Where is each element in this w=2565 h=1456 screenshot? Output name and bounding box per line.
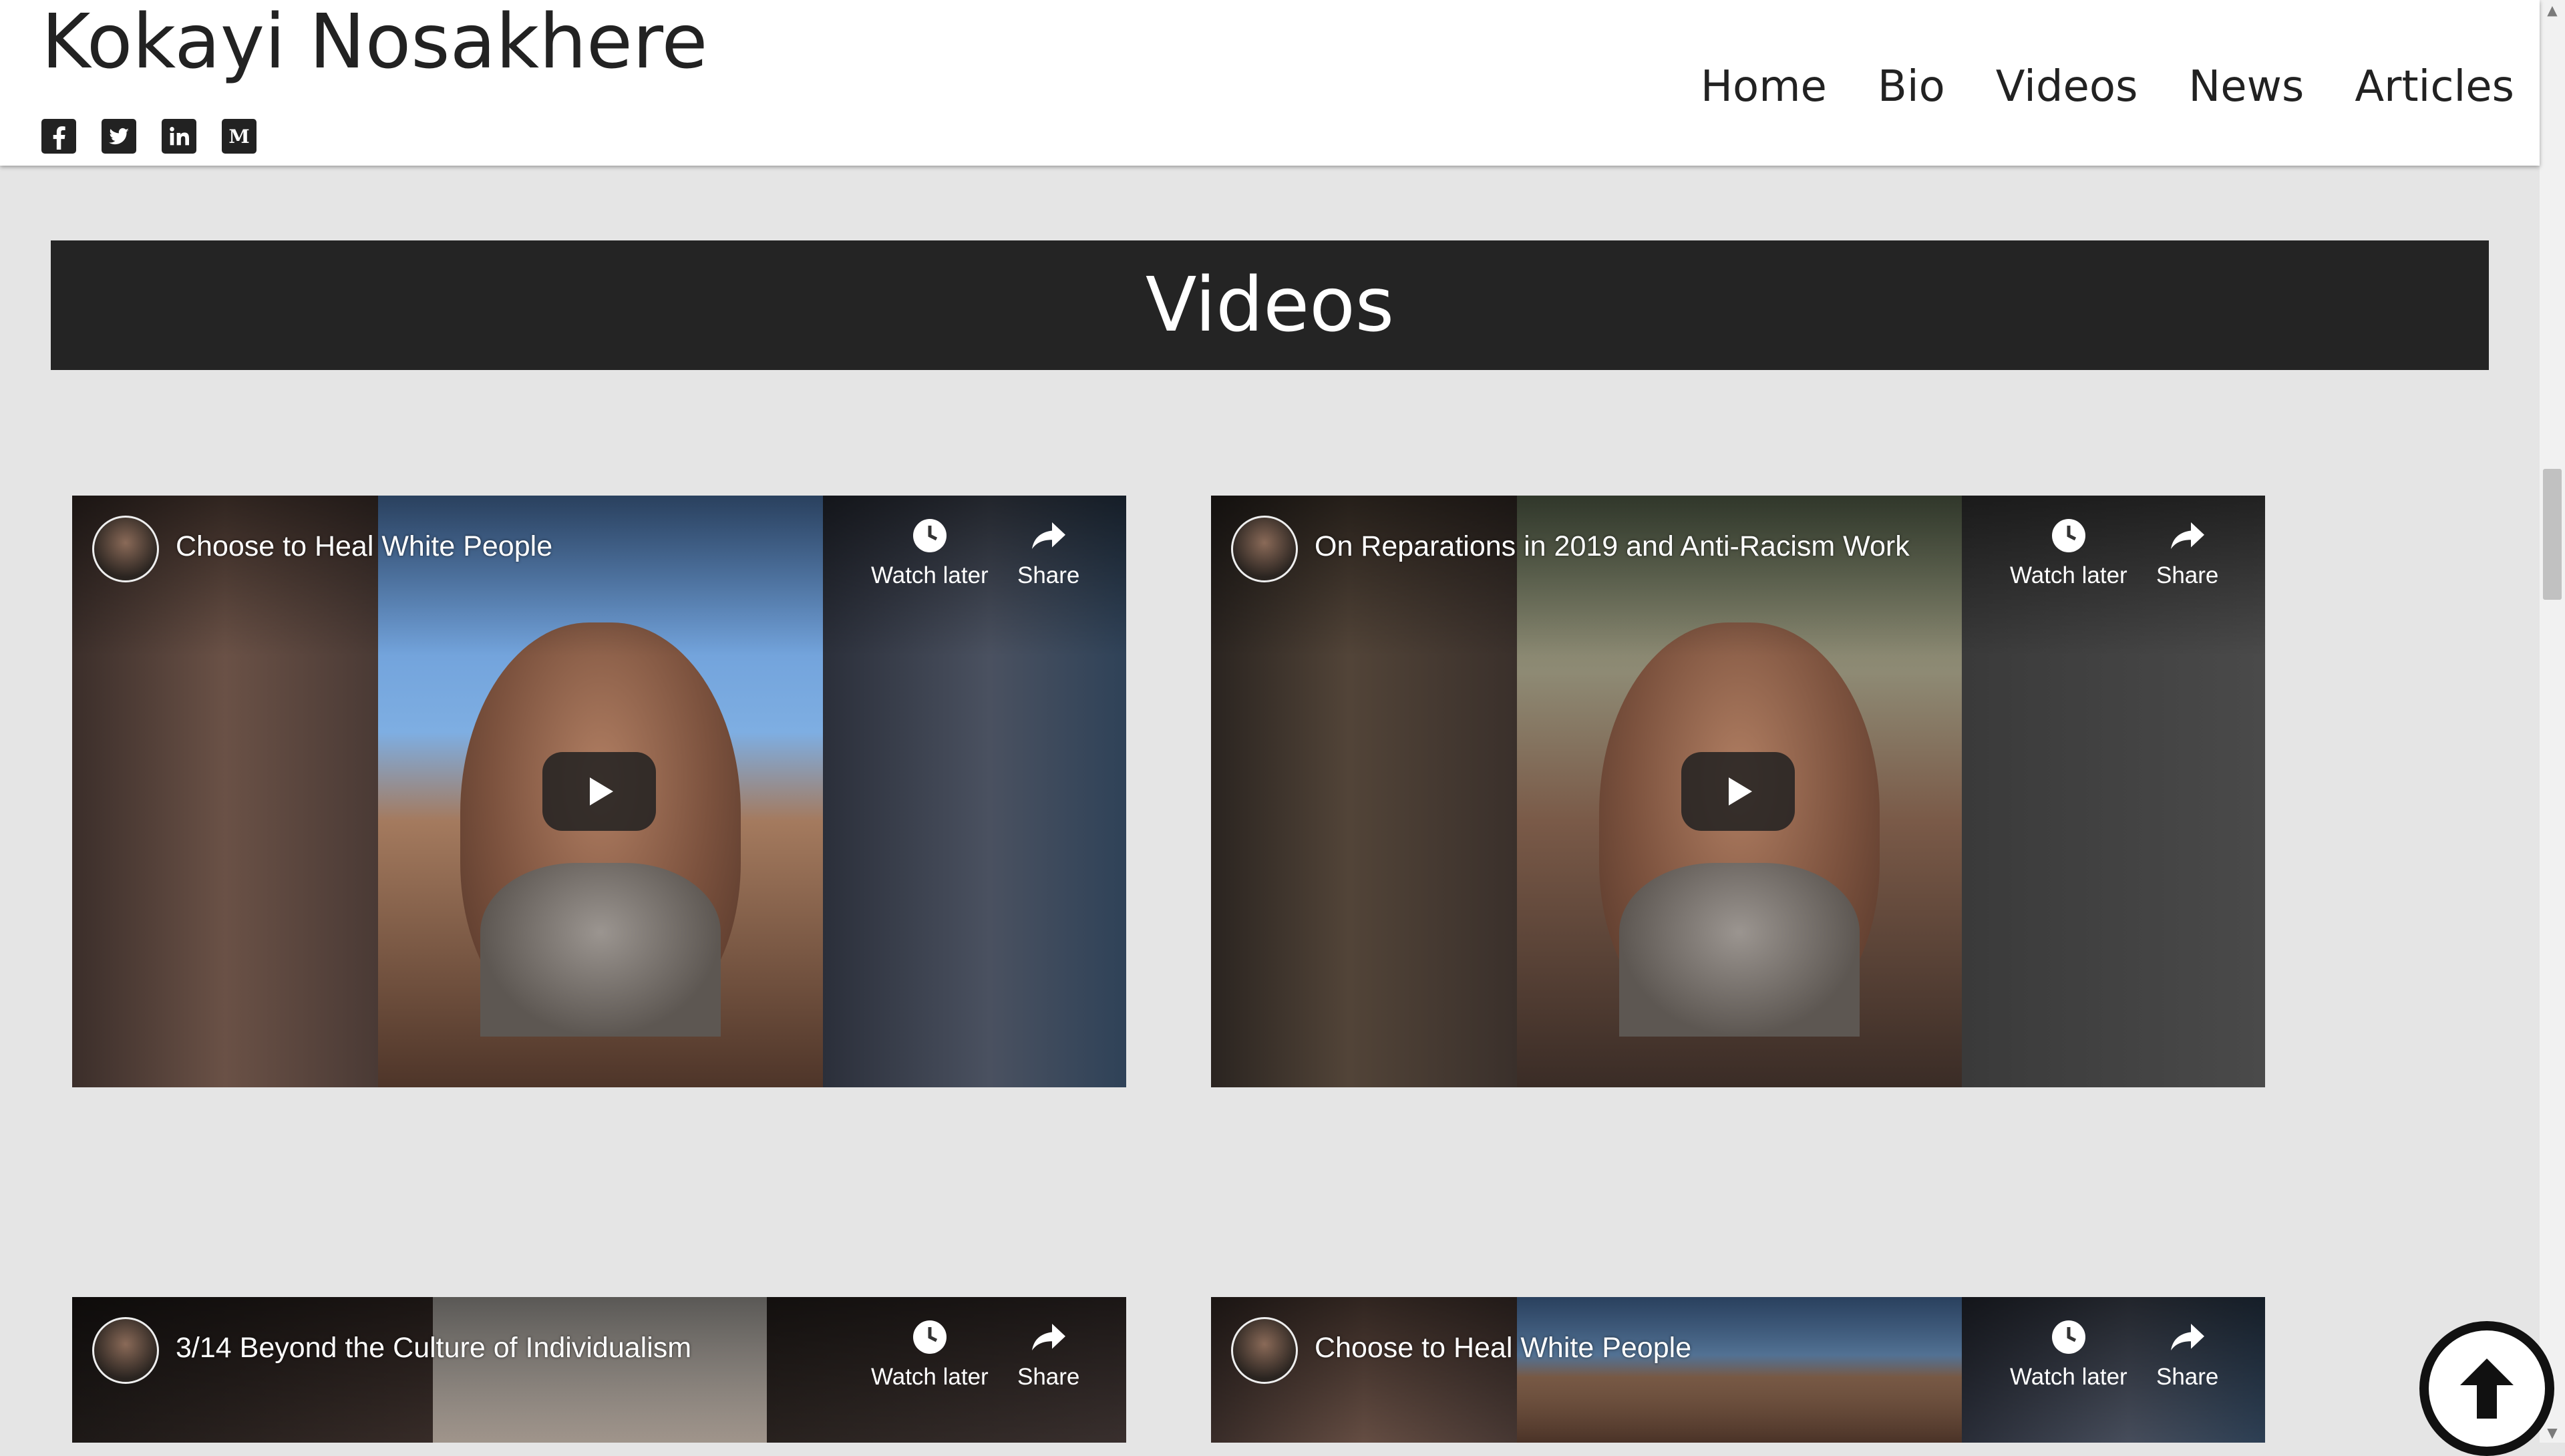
- clock-icon: [912, 1320, 947, 1354]
- share-label: Share: [2156, 1364, 2219, 1390]
- share-label: Share: [2156, 562, 2219, 588]
- watch-later-button[interactable]: Watch later: [871, 516, 989, 589]
- play-button[interactable]: [1681, 752, 1795, 831]
- watch-later-label: Watch later: [2010, 562, 2127, 588]
- main-nav: Home Bio Videos News Articles: [1701, 59, 2514, 115]
- scroll-up-arrow[interactable]: ▲: [2540, 0, 2565, 20]
- channel-avatar[interactable]: [1231, 1317, 1298, 1384]
- watch-later-button[interactable]: Watch later: [2010, 516, 2127, 589]
- nav-news[interactable]: News: [2188, 59, 2304, 115]
- page-title: Videos: [1145, 262, 1395, 349]
- share-button[interactable]: Share: [2156, 516, 2218, 589]
- scrollbar[interactable]: ▲ ▼: [2540, 0, 2565, 1443]
- speaker-beard: [1619, 863, 1860, 1037]
- clock-icon: [912, 519, 947, 552]
- share-arrow-icon: [2170, 1324, 2204, 1350]
- share-arrow-icon: [1031, 522, 1065, 549]
- share-label: Share: [1017, 562, 1080, 588]
- share-button[interactable]: Share: [2156, 1317, 2218, 1391]
- linkedin-icon[interactable]: [162, 119, 196, 154]
- clock-icon: [2051, 519, 2085, 552]
- video-title[interactable]: On Reparations in 2019 and Anti-Racism W…: [1315, 530, 1910, 563]
- watch-later-button[interactable]: Watch later: [871, 1317, 989, 1391]
- site-header: Kokayi Nosakhere M Home Bio Videos News …: [0, 0, 2540, 166]
- play-icon: [590, 777, 613, 805]
- nav-videos[interactable]: Videos: [1996, 59, 2138, 115]
- watch-later-label: Watch later: [871, 1364, 989, 1390]
- site-title[interactable]: Kokayi Nosakhere: [41, 0, 707, 85]
- play-icon: [1729, 777, 1752, 805]
- watch-later-label: Watch later: [2010, 1364, 2127, 1390]
- videos-banner: Videos: [51, 240, 2489, 370]
- share-label: Share: [1017, 1364, 1080, 1390]
- share-arrow-icon: [1031, 1324, 1065, 1350]
- share-button[interactable]: Share: [1017, 516, 1079, 589]
- channel-avatar[interactable]: [1231, 516, 1298, 582]
- play-button[interactable]: [542, 752, 656, 831]
- channel-avatar[interactable]: [92, 1317, 159, 1384]
- watch-later-button[interactable]: Watch later: [2010, 1317, 2127, 1391]
- share-arrow-icon: [2170, 522, 2204, 549]
- watch-later-label: Watch later: [871, 562, 989, 588]
- svg-text:M: M: [228, 125, 249, 148]
- channel-avatar[interactable]: [92, 516, 159, 582]
- video-embed[interactable]: Choose to Heal White People Watch later …: [72, 496, 1126, 1087]
- back-to-top-button[interactable]: [2419, 1321, 2554, 1456]
- scroll-down-arrow[interactable]: ▼: [2540, 1423, 2565, 1443]
- video-embed[interactable]: Choose to Heal White People Watch later …: [1211, 1297, 2265, 1443]
- video-title[interactable]: Choose to Heal White People: [1315, 1332, 1691, 1364]
- video-title[interactable]: Choose to Heal White People: [176, 530, 552, 563]
- scrollbar-thumb[interactable]: [2543, 469, 2562, 600]
- video-embed[interactable]: 3/14 Beyond the Culture of Individualism…: [72, 1297, 1126, 1443]
- facebook-icon[interactable]: [41, 119, 76, 154]
- twitter-icon[interactable]: [102, 119, 136, 154]
- video-embed[interactable]: On Reparations in 2019 and Anti-Racism W…: [1211, 496, 2265, 1087]
- arrow-up-icon: [2460, 1358, 2514, 1419]
- nav-bio[interactable]: Bio: [1878, 59, 1945, 115]
- video-title[interactable]: 3/14 Beyond the Culture of Individualism: [176, 1332, 691, 1364]
- nav-home[interactable]: Home: [1701, 59, 1827, 115]
- medium-icon[interactable]: M: [222, 119, 256, 154]
- nav-articles[interactable]: Articles: [2355, 59, 2514, 115]
- social-links: M: [41, 119, 256, 154]
- share-button[interactable]: Share: [1017, 1317, 1079, 1391]
- clock-icon: [2051, 1320, 2085, 1354]
- speaker-beard: [480, 863, 721, 1037]
